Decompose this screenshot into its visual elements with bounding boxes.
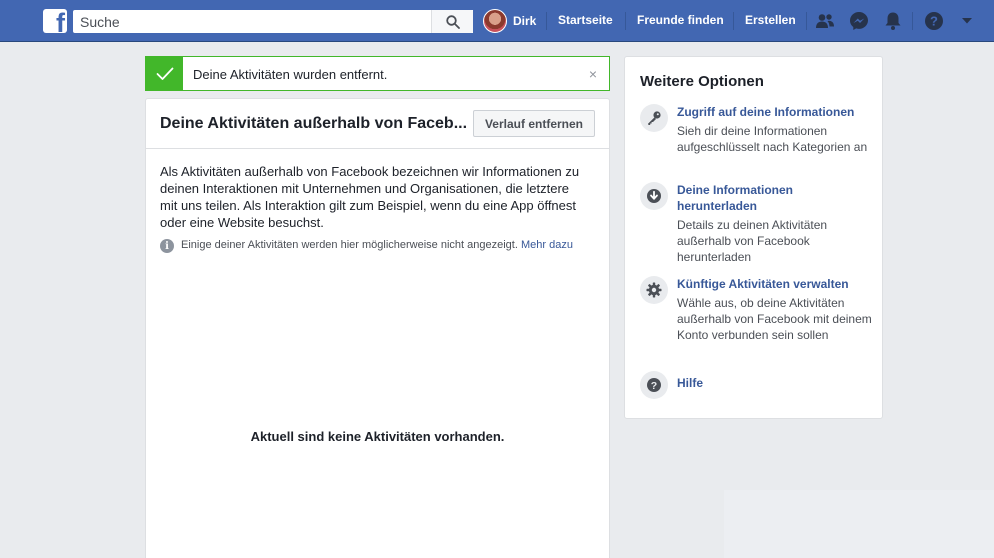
option-description: Sieh dir deine Informationen aufgeschlüs… [677, 124, 868, 154]
option-manage-future-activity: Künftige Aktivitäten verwalten Wähle aus… [640, 276, 872, 360]
success-banner: Deine Aktivitäten wurden entfernt. × [145, 56, 610, 91]
profile-link[interactable]: Dirk [483, 9, 536, 33]
panel-title: Weitere Optionen [640, 73, 764, 90]
help-icon[interactable]: ? [923, 10, 945, 32]
option-link[interactable]: Zugriff auf deine Informationen [677, 104, 872, 120]
svg-text:?: ? [930, 14, 938, 29]
top-navigation-bar: f Dirk Startseite Freunde finden Erstell… [0, 0, 994, 42]
nav-link-create[interactable]: Erstellen [745, 13, 796, 27]
help-icon: ? [640, 371, 668, 399]
search-input[interactable] [73, 10, 431, 33]
nav-link-find-friends[interactable]: Freunde finden [637, 13, 724, 27]
option-access-information: Zugriff auf deine Informationen Sieh dir… [640, 104, 870, 172]
card-header: Deine Aktivitäten außerhalb von Faceb...… [146, 99, 609, 149]
help-link[interactable]: Hilfe [677, 375, 872, 391]
note-message: Einige deiner Aktivitäten werden hier mö… [181, 239, 518, 251]
banner-message: Deine Aktivitäten wurden entfernt. [193, 67, 388, 82]
profile-name: Dirk [513, 14, 537, 28]
key-icon [640, 104, 668, 132]
gear-icon [640, 276, 668, 304]
avatar [483, 9, 507, 33]
checkmark-icon [146, 57, 183, 90]
facebook-logo-icon[interactable]: f [43, 9, 67, 33]
close-icon[interactable]: × [589, 66, 597, 82]
card-description: Als Aktivitäten außerhalb von Facebook b… [160, 164, 580, 230]
more-options-panel: Weitere Optionen Zugriff auf deine Infor… [624, 56, 883, 419]
empty-state-message: Aktuell sind keine Aktivitäten vorhanden… [250, 429, 505, 444]
messenger-icon[interactable] [848, 10, 870, 32]
svg-text:?: ? [651, 380, 657, 392]
nav-divider [733, 12, 734, 30]
notifications-icon[interactable] [882, 10, 904, 32]
option-help: ? Hilfe [640, 371, 870, 399]
learn-more-link[interactable]: Mehr dazu [521, 239, 573, 251]
info-icon: i [160, 239, 174, 253]
card-title: Deine Aktivitäten außerhalb von Faceb... [160, 115, 468, 132]
info-note: i Einige deiner Aktivitäten werden hier … [160, 237, 590, 253]
option-link[interactable]: Künftige Aktivitäten verwalten [677, 276, 872, 292]
download-icon [640, 182, 668, 210]
option-description: Details zu deinen Aktivitäten außerhalb … [677, 218, 828, 264]
background-panel [724, 490, 994, 558]
friends-icon[interactable] [814, 10, 836, 32]
search-button[interactable] [431, 10, 473, 33]
nav-divider [546, 12, 547, 30]
nav-divider [806, 12, 807, 30]
nav-divider [625, 12, 626, 30]
clear-history-button[interactable]: Verlauf entfernen [472, 110, 595, 137]
option-description: Wähle aus, ob deine Aktivitäten außerhal… [677, 296, 872, 342]
off-facebook-activity-card: Deine Aktivitäten außerhalb von Faceb...… [145, 98, 610, 558]
note-text: Einige deiner Aktivitäten werden hier mö… [181, 237, 573, 253]
nav-link-home[interactable]: Startseite [558, 13, 613, 27]
search-box [73, 10, 473, 33]
option-link[interactable]: Deine Informationen herunterladen [677, 182, 872, 214]
nav-divider [912, 12, 913, 30]
option-download-information: Deine Informationen herunterladen Detail… [640, 182, 872, 264]
dropdown-icon[interactable] [956, 10, 978, 32]
search-icon [445, 14, 460, 29]
